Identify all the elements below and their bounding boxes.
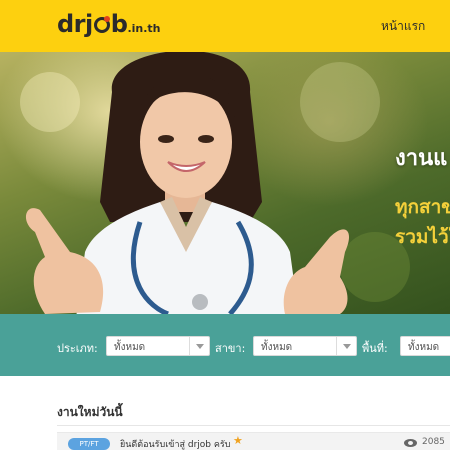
logo-tld: .in.th bbox=[127, 22, 161, 35]
star-icon: ★ bbox=[233, 434, 243, 447]
logo-text-prefix: dr bbox=[57, 10, 86, 38]
job-type-badge: PT/FT bbox=[68, 438, 110, 450]
job-list-item[interactable]: PT/FT ยินดีต้อนรับเข้าสู่ drjob ครับ ★ 2… bbox=[57, 432, 450, 450]
nav-home-link[interactable]: หน้าแรก bbox=[381, 17, 425, 36]
filter-area-select[interactable]: ทั้งหมด bbox=[400, 336, 450, 356]
logo-text-suffix: b bbox=[110, 10, 128, 38]
section-divider bbox=[57, 425, 450, 426]
site-logo[interactable]: drj b.in.th bbox=[57, 9, 161, 44]
site-header: drj b.in.th หน้าแรก bbox=[0, 0, 450, 52]
filter-branch-label: สาขา: bbox=[215, 342, 246, 355]
chevron-down-icon[interactable] bbox=[336, 337, 356, 355]
logo-dot-icon bbox=[103, 16, 110, 22]
filter-area-value: ทั้งหมด bbox=[408, 342, 440, 353]
new-jobs-heading: งานใหม่วันนี้ bbox=[57, 405, 123, 419]
chevron-down-icon[interactable] bbox=[189, 337, 209, 355]
filter-type-value: ทั้งหมด bbox=[114, 342, 146, 353]
hero-title: งานแ bbox=[395, 146, 448, 171]
logo-text-j: j bbox=[85, 10, 93, 38]
filter-branch-value: ทั้งหมด bbox=[261, 342, 293, 353]
filter-type-label: ประเภท: bbox=[57, 342, 98, 355]
job-filter-bar: ประเภท: ทั้งหมด สาขา: ทั้งหมด พื้นที่: ท… bbox=[0, 314, 450, 376]
job-view-count: 2085 bbox=[422, 437, 445, 447]
logo-o-icon bbox=[93, 16, 110, 33]
hero-subtitle-line1: ทุกสาข bbox=[395, 196, 450, 218]
filter-branch-select[interactable]: ทั้งหมด bbox=[253, 336, 357, 356]
filter-type-select[interactable]: ทั้งหมด bbox=[106, 336, 210, 356]
hero-subtitle-line2: รวมไว้ใ bbox=[395, 226, 450, 248]
eye-icon bbox=[404, 439, 417, 447]
hero-banner: งานแ ทุกสาข รวมไว้ใ bbox=[0, 52, 450, 314]
doctor-photo bbox=[25, 52, 350, 314]
job-title-link[interactable]: ยินดีต้อนรับเข้าสู่ drjob ครับ bbox=[120, 437, 230, 450]
filter-area-label: พื้นที่: bbox=[362, 342, 388, 355]
